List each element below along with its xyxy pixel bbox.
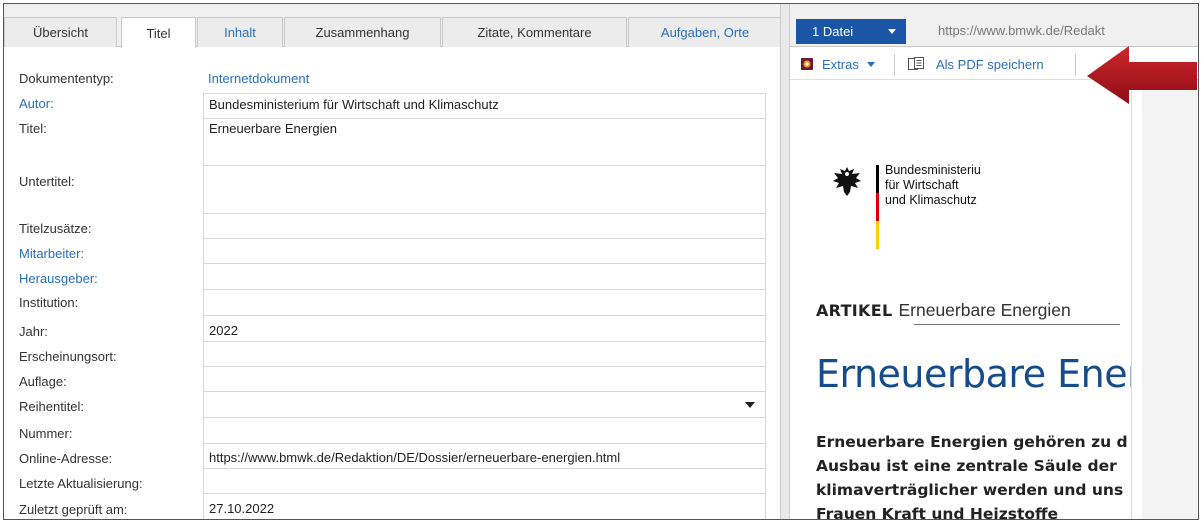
row-jahr: Jahr: 2022 xyxy=(4,316,780,342)
file-button-label: 1 Datei xyxy=(812,24,854,39)
ministry-line: für Wirtschaft xyxy=(885,178,959,192)
tab-titel[interactable]: Titel xyxy=(121,17,196,48)
letzte-aktualisierung-field[interactable] xyxy=(203,469,766,494)
ministry-line: Bundesministeriu xyxy=(885,163,981,177)
mitarbeiter-field[interactable] xyxy=(203,239,766,264)
titel-field[interactable]: Erneuerbare Energien xyxy=(203,119,766,166)
article-title: Erneuerbare Energien xyxy=(898,300,1071,320)
row-letzte-aktualisierung: Letzte Aktualisierung: xyxy=(4,469,780,494)
label-online-adresse: Online-Adresse: xyxy=(19,451,113,466)
label-reihentitel: Reihentitel: xyxy=(19,399,85,414)
chevron-down-icon xyxy=(888,29,896,34)
pdf-save-icon xyxy=(908,57,924,70)
untertitel-field[interactable] xyxy=(203,166,766,214)
label-jahr: Jahr: xyxy=(19,324,48,339)
row-untertitel: Untertitel: xyxy=(4,166,780,214)
page-headline: Erneuerbare Ener xyxy=(816,352,1131,396)
row-online-adresse: Online-Adresse: https://www.bmwk.de/Reda… xyxy=(4,444,780,469)
metadata-panel: Übersicht Titel Inhalt Zusammenhang Zita… xyxy=(4,4,782,519)
application-window: Übersicht Titel Inhalt Zusammenhang Zita… xyxy=(3,3,1199,520)
preview-margin xyxy=(1142,81,1198,519)
extras-icon xyxy=(801,58,813,70)
label-autor[interactable]: Autor: xyxy=(19,96,54,111)
row-titelzusaetze: Titelzusätze: xyxy=(4,214,780,239)
label-erscheinungsort: Erscheinungsort: xyxy=(19,349,117,364)
dokumententyp-value[interactable]: Internetdokument xyxy=(203,68,766,90)
institution-field[interactable] xyxy=(203,290,766,316)
german-flag-bar xyxy=(876,165,879,249)
label-institution: Institution: xyxy=(19,295,79,310)
label-auflage: Auflage: xyxy=(19,374,67,389)
save-pdf-label: Als PDF speichern xyxy=(936,56,1044,72)
tab-label: Zitate, Kommentare xyxy=(477,25,592,40)
row-autor: Autor: Bundesministerium für Wirtschaft … xyxy=(4,93,780,119)
erscheinungsort-field[interactable] xyxy=(203,342,766,367)
row-herausgeber: Herausgeber: xyxy=(4,264,780,290)
extras-button[interactable]: Extras xyxy=(800,48,875,80)
label-titelzusaetze: Titelzusätze: xyxy=(19,221,92,236)
row-dokumententyp: Dokumententyp: Internetdokument xyxy=(4,68,780,93)
label-titel: Titel: xyxy=(19,121,47,136)
chevron-down-icon xyxy=(866,61,875,67)
body-line: Ausbau ist eine zentrale Säule der xyxy=(816,457,1117,475)
federal-eagle-icon xyxy=(833,167,861,196)
tab-label: Titel xyxy=(146,25,171,41)
tab-label: Zusammenhang xyxy=(315,25,410,40)
tab-zitate-kommentare[interactable]: Zitate, Kommentare xyxy=(442,17,627,47)
tab-label: Inhalt xyxy=(224,25,256,40)
body-line: klimaverträglicher werden und uns xyxy=(816,481,1124,499)
article-kicker: ARTIKEL xyxy=(816,301,893,320)
body-line: Erneuerbare Energien gehören zu d xyxy=(816,433,1128,451)
row-erscheinungsort: Erscheinungsort: xyxy=(4,342,780,367)
preview-scrollbar[interactable] xyxy=(1131,81,1141,519)
tab-zusammenhang[interactable]: Zusammenhang xyxy=(284,17,441,47)
row-zuletzt-geprueft: Zuletzt geprüft am: 27.10.2022 xyxy=(4,494,780,519)
label-mitarbeiter[interactable]: Mitarbeiter: xyxy=(19,246,84,261)
row-mitarbeiter: Mitarbeiter: xyxy=(4,239,780,264)
zuletzt-geprueft-field[interactable]: 27.10.2022 xyxy=(203,494,766,519)
tab-label: Übersicht xyxy=(33,25,88,40)
row-reihentitel: Reihentitel: xyxy=(4,392,780,418)
body-line: Frauen Kraft und Heizstoffe xyxy=(816,505,1059,520)
online-adresse-field[interactable]: https://www.bmwk.de/Redaktion/DE/Dossier… xyxy=(203,444,766,469)
tab-inhalt[interactable]: Inhalt xyxy=(197,17,283,47)
ministry-line: und Klimaschutz xyxy=(885,193,977,207)
label-letzte-aktualisierung: Letzte Aktualisierung: xyxy=(19,476,143,491)
web-page-preview: Bundesministeriu für Wirtschaft und Klim… xyxy=(790,81,1131,520)
tab-uebersicht[interactable]: Übersicht xyxy=(4,17,117,47)
label-dokumententyp: Dokumententyp: xyxy=(19,71,114,86)
extras-label: Extras xyxy=(822,56,859,72)
file-dropdown-button[interactable]: 1 Datei xyxy=(796,19,906,44)
auflage-field[interactable] xyxy=(203,367,766,392)
label-zuletzt-geprueft: Zuletzt geprüft am: xyxy=(19,502,128,517)
row-institution: Institution: xyxy=(4,290,780,316)
document-url[interactable]: https://www.bmwk.de/Redakt xyxy=(938,23,1105,38)
row-auflage: Auflage: xyxy=(4,367,780,392)
chevron-down-icon[interactable] xyxy=(745,402,755,408)
red-arrow-icon xyxy=(1087,46,1197,104)
ministry-logo-text: Bundesministeriu für Wirtschaft und Klim… xyxy=(885,163,981,208)
row-titel: Titel: Erneuerbare Energien xyxy=(4,119,780,166)
tab-aufgaben-orte[interactable]: Aufgaben, Orte xyxy=(628,17,782,47)
label-untertitel: Untertitel: xyxy=(19,174,75,189)
nummer-field[interactable] xyxy=(203,418,766,444)
toolbar-divider xyxy=(894,54,895,76)
tab-bar: Übersicht Titel Inhalt Zusammenhang Zita… xyxy=(4,4,782,48)
label-herausgeber[interactable]: Herausgeber: xyxy=(19,271,98,286)
toolbar-divider xyxy=(1075,54,1076,76)
jahr-field[interactable]: 2022 xyxy=(203,316,766,342)
panel-splitter[interactable] xyxy=(780,4,790,519)
herausgeber-field[interactable] xyxy=(203,264,766,290)
label-nummer: Nummer: xyxy=(19,426,73,441)
titelzusaetze-field[interactable] xyxy=(203,214,766,239)
article-underline xyxy=(914,324,1120,325)
viewer-header: 1 Datei https://www.bmwk.de/Redakt xyxy=(790,4,1198,47)
tab-label: Aufgaben, Orte xyxy=(660,25,750,40)
row-nummer: Nummer: xyxy=(4,418,780,444)
autor-field[interactable]: Bundesministerium für Wirtschaft und Kli… xyxy=(203,93,766,119)
article-heading: ARTIKEL Erneuerbare Energien xyxy=(816,300,1071,321)
save-pdf-button[interactable]: Als PDF speichern xyxy=(908,48,1044,80)
reihentitel-select[interactable] xyxy=(203,392,766,418)
article-body: Erneuerbare Energien gehören zu d Ausbau… xyxy=(816,430,1131,520)
